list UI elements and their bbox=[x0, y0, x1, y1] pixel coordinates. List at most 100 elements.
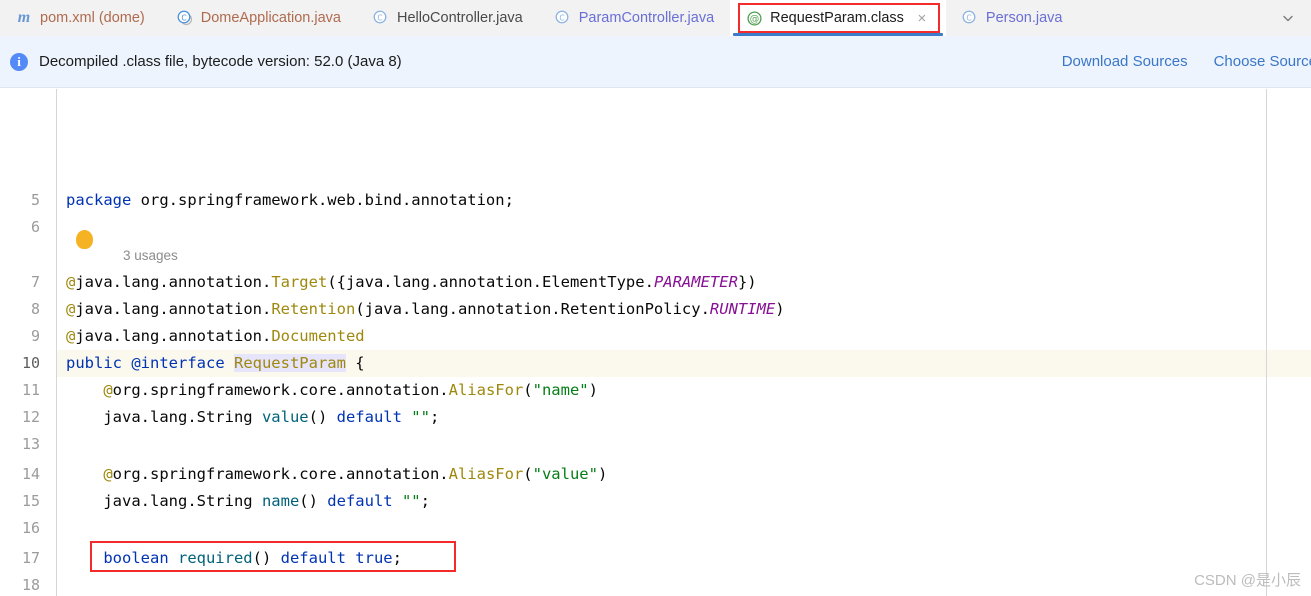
code-token: package bbox=[66, 191, 141, 209]
code-text-area[interactable]: package org.springframework.web.bind.ann… bbox=[57, 89, 1311, 596]
tab-overflow-chevron-down-icon[interactable] bbox=[1275, 0, 1301, 36]
line-number: 18 bbox=[21, 576, 40, 594]
code-line: boolean required() default true; bbox=[66, 545, 402, 572]
code-token: ( bbox=[523, 381, 533, 399]
editor-tab-label: Person.java bbox=[985, 9, 1063, 26]
editor-tab-label: pom.xml (dome) bbox=[40, 9, 145, 26]
code-token: public bbox=[66, 354, 132, 372]
code-line: @org.springframework.core.annotation.Ali… bbox=[66, 461, 607, 488]
code-token: Documented bbox=[271, 327, 365, 345]
code-token: () bbox=[308, 408, 337, 426]
decompiled-notification-bar: i Decompiled .class file, bytecode versi… bbox=[0, 36, 1311, 88]
line-number: 7 bbox=[30, 273, 40, 291]
code-token: default bbox=[336, 408, 412, 426]
code-token: RequestParam bbox=[233, 354, 346, 372]
code-token: ( bbox=[523, 465, 533, 483]
info-icon: i bbox=[10, 52, 28, 71]
editor-tab-paramcontroller-java[interactable]: C ParamController.java bbox=[539, 0, 730, 36]
code-line: @java.lang.annotation.Target({java.lang.… bbox=[66, 269, 757, 296]
svg-text:C: C bbox=[966, 13, 971, 22]
editor-tab-hellocontroller-java[interactable]: C HelloController.java bbox=[357, 0, 539, 36]
editor-tab-person-java[interactable]: C Person.java bbox=[946, 0, 1079, 36]
line-number: 17 bbox=[21, 549, 40, 567]
java-class-run-icon: C bbox=[177, 10, 193, 26]
code-token: ) bbox=[775, 300, 785, 318]
code-token: ; bbox=[429, 408, 440, 426]
line-number: 6 bbox=[30, 218, 40, 236]
code-token: ) bbox=[588, 381, 598, 399]
editor-tab-label: DomeApplication.java bbox=[200, 9, 341, 26]
code-line: java.lang.String name() default ""; bbox=[66, 488, 430, 515]
code-token: @interface bbox=[131, 354, 234, 372]
code-token: ; bbox=[392, 549, 402, 567]
code-token: @ bbox=[66, 273, 76, 291]
code-token: () bbox=[252, 549, 281, 567]
editor-gutter[interactable]: 567891011121314151617181920 bbox=[0, 89, 57, 596]
code-line: @java.lang.annotation.Retention(java.lan… bbox=[66, 296, 785, 323]
editor-tab-label: RequestParam.class bbox=[770, 9, 904, 26]
code-token: (java.lang.annotation.RetentionPolicy. bbox=[355, 300, 710, 318]
java-class-icon: C bbox=[555, 10, 571, 26]
choose-sources-link[interactable]: Choose Source bbox=[1214, 53, 1311, 70]
code-token: AliasFor bbox=[448, 381, 524, 399]
line-number: 16 bbox=[21, 519, 40, 537]
intention-bulb-icon[interactable] bbox=[77, 231, 92, 248]
code-token: PARAMETER bbox=[653, 273, 738, 291]
notification-actions: Download Sources Choose Source bbox=[1062, 53, 1311, 70]
code-token: { bbox=[345, 354, 365, 372]
code-token: @ bbox=[66, 300, 76, 318]
svg-text:C: C bbox=[181, 13, 186, 22]
code-token: java.lang.String bbox=[66, 408, 262, 426]
code-token: Retention bbox=[271, 300, 356, 318]
code-line: public @interface RequestParam { bbox=[66, 350, 365, 377]
line-number: 12 bbox=[21, 408, 40, 426]
code-token: boolean bbox=[103, 549, 178, 567]
code-token: "" bbox=[411, 408, 430, 426]
right-margin-guide bbox=[1266, 89, 1267, 596]
code-token: default bbox=[280, 549, 356, 567]
code-line: package org.springframework.web.bind.ann… bbox=[66, 187, 514, 214]
line-number: 14 bbox=[21, 465, 40, 483]
editor-tab-label: HelloController.java bbox=[397, 9, 523, 26]
code-token: Target bbox=[271, 273, 328, 291]
svg-text:C: C bbox=[377, 13, 382, 22]
code-token: @ bbox=[66, 381, 113, 399]
download-sources-link[interactable]: Download Sources bbox=[1062, 53, 1188, 70]
code-token: true bbox=[355, 549, 393, 567]
editor-tab-bar: m pom.xml (dome) C DomeApplication.java C Hel… bbox=[0, 0, 1311, 36]
tab-close-icon[interactable]: × bbox=[914, 10, 930, 26]
code-token: default bbox=[327, 492, 402, 510]
usages-inlay-hint[interactable]: 3 usages bbox=[123, 244, 178, 268]
code-line: @org.springframework.core.annotation.Ali… bbox=[66, 377, 598, 404]
java-annotation-icon: @ bbox=[746, 10, 762, 26]
code-token: name bbox=[261, 492, 300, 510]
code-token: "value" bbox=[532, 465, 598, 483]
maven-m-icon: m bbox=[17, 9, 31, 26]
line-number: 5 bbox=[30, 191, 40, 209]
code-token: ({java.lang.annotation.ElementType. bbox=[327, 273, 654, 291]
code-token: AliasFor bbox=[448, 465, 524, 483]
svg-text:@: @ bbox=[749, 13, 759, 24]
code-token: RUNTIME bbox=[709, 300, 776, 318]
code-token: org.springframework.core.annotation. bbox=[112, 381, 449, 399]
code-token: ; bbox=[420, 492, 430, 510]
editor-tab-pom-xml-dome[interactable]: m pom.xml (dome) bbox=[0, 0, 161, 36]
svg-text:C: C bbox=[559, 13, 564, 22]
line-number: 8 bbox=[30, 300, 40, 318]
code-token: @ bbox=[66, 327, 76, 345]
code-token: ) bbox=[597, 465, 608, 483]
code-token: org.springframework.web.bind.annotation; bbox=[140, 191, 514, 209]
notification-message: Decompiled .class file, bytecode version… bbox=[39, 53, 402, 70]
editor-tab-domeapplication-java[interactable]: C DomeApplication.java bbox=[161, 0, 357, 36]
code-line: java.lang.String value() default ""; bbox=[66, 404, 439, 431]
java-class-icon: C bbox=[373, 10, 389, 26]
code-token: @ bbox=[66, 465, 113, 483]
code-token: java.lang.annotation. bbox=[75, 327, 272, 345]
line-number: 10 bbox=[21, 354, 40, 372]
line-number: 15 bbox=[21, 492, 40, 510]
editor-tab-requestparam-class[interactable]: @ RequestParam.class × bbox=[730, 0, 946, 36]
code-editor[interactable]: 567891011121314151617181920 package org.… bbox=[0, 89, 1311, 596]
code-token: java.lang.String bbox=[66, 492, 262, 510]
code-token: "name" bbox=[532, 381, 589, 399]
